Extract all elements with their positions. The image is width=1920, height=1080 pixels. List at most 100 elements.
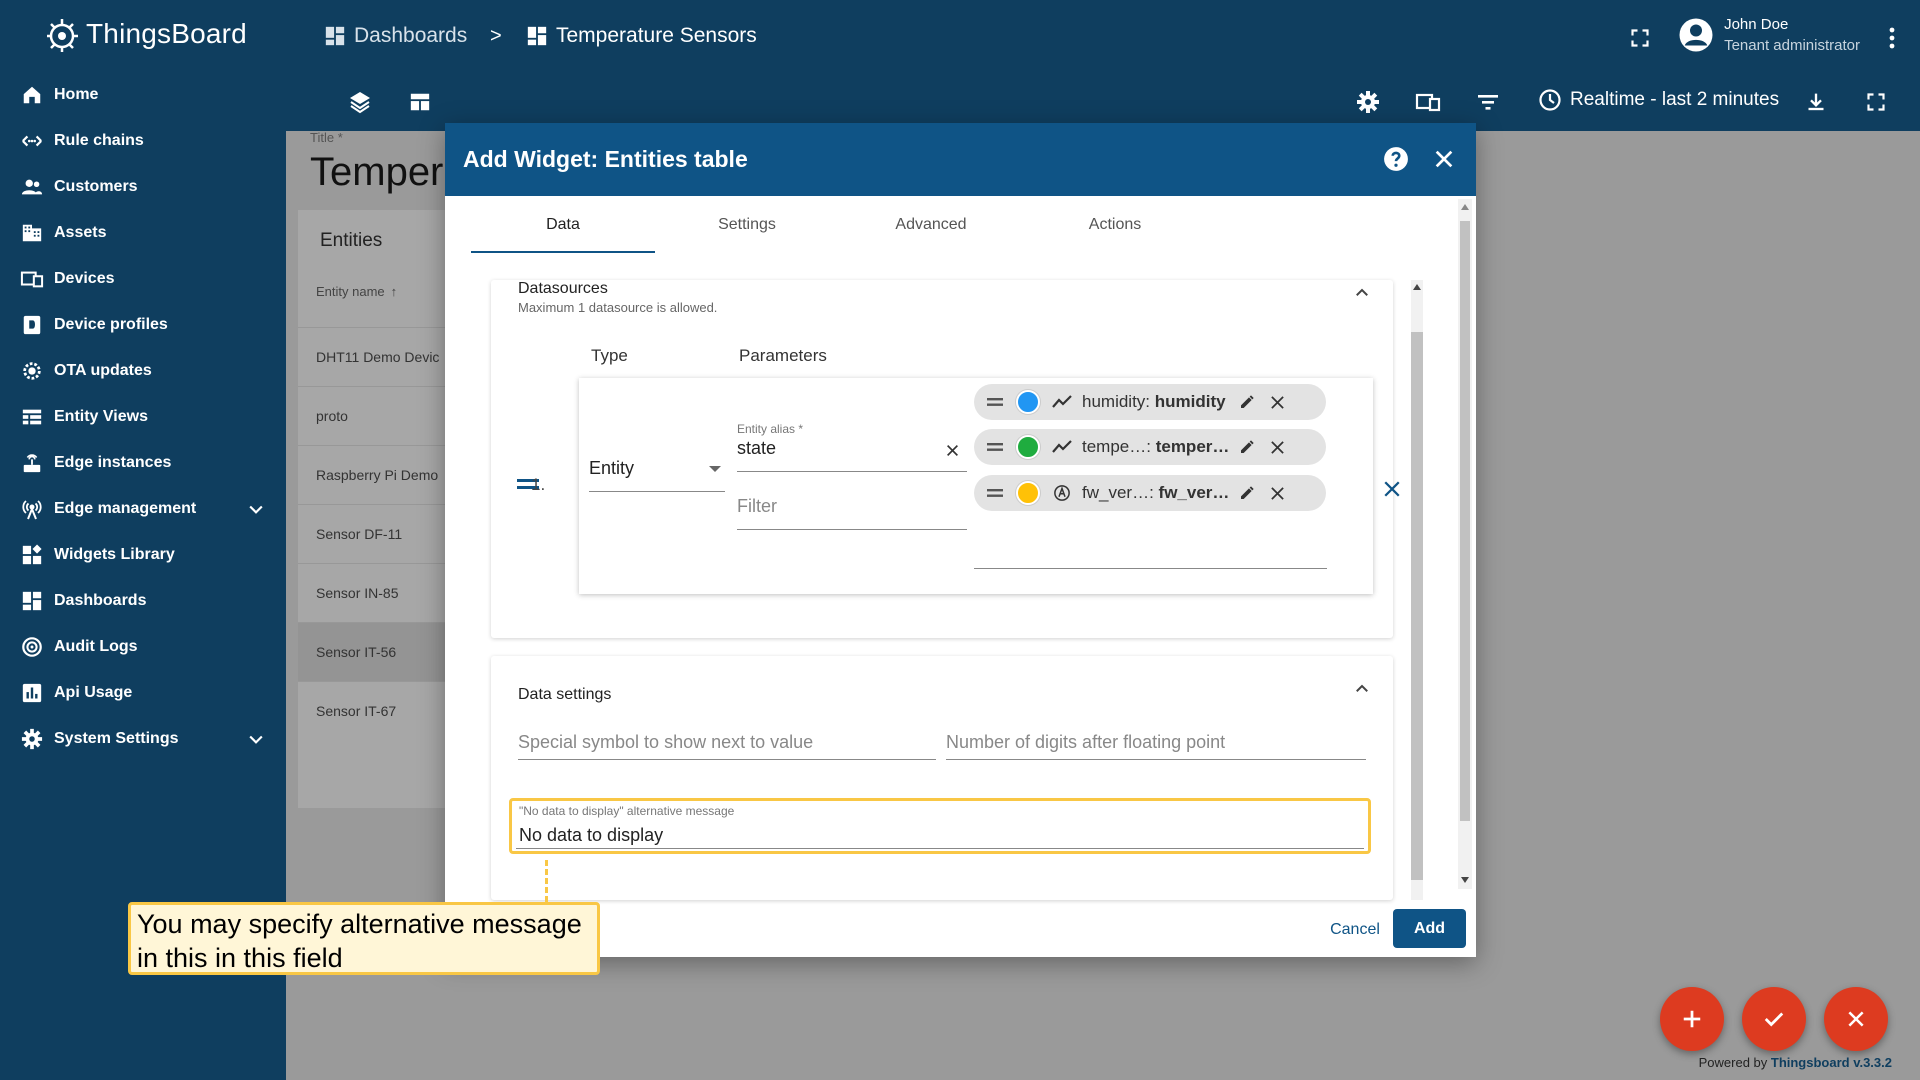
remove-icon[interactable] xyxy=(1262,440,1292,455)
cancel-button[interactable]: Cancel xyxy=(1307,911,1403,949)
user-menu[interactable]: John Doe Tenant administrator xyxy=(1678,16,1860,54)
callout-line-2: in this in this field xyxy=(137,943,343,973)
save-fab[interactable] xyxy=(1742,987,1806,1051)
sidebar-item-assets[interactable]: Assets xyxy=(0,210,286,256)
sidebar-item-audit-logs[interactable]: Audit Logs xyxy=(0,624,286,670)
title-field-label: Title * xyxy=(310,130,343,145)
thingsboard-logo-icon xyxy=(47,19,78,52)
filter-input[interactable]: Filter xyxy=(737,496,967,530)
cancel-fab[interactable] xyxy=(1824,987,1888,1051)
scroll-up-arrow-icon[interactable] xyxy=(1413,284,1421,290)
powered-by: Powered by Thingsboard v.3.3.2 xyxy=(1699,1055,1892,1070)
remove-icon[interactable] xyxy=(1262,395,1292,410)
timewindow-selector[interactable]: Realtime - last 2 minutes xyxy=(1538,88,1779,112)
chevron-down-icon[interactable] xyxy=(246,499,266,519)
sidebar-item-device-profiles[interactable]: Device profiles xyxy=(0,302,286,348)
powered-brand-link[interactable]: Thingsboard v.3.3.2 xyxy=(1771,1055,1892,1070)
devices-icon xyxy=(20,267,44,291)
fullscreen-icon[interactable] xyxy=(1626,24,1654,52)
sidebar-item-edge-instances[interactable]: Edge instances xyxy=(0,440,286,486)
type-select[interactable]: Entity xyxy=(589,458,725,492)
close-icon xyxy=(1848,1011,1864,1027)
entity-alias-input[interactable]: state xyxy=(737,438,967,472)
tab-actions[interactable]: Actions xyxy=(1023,196,1207,253)
drag-handle-icon[interactable] xyxy=(974,397,1016,407)
scroll-down-arrow-icon[interactable] xyxy=(1461,877,1469,883)
callout-line-1: You may specify alternative message xyxy=(137,909,582,939)
sidebar-item-home[interactable]: Home xyxy=(0,72,286,118)
edit-icon[interactable] xyxy=(1232,394,1262,410)
rule-chains-icon xyxy=(20,129,44,153)
assets-icon xyxy=(20,221,44,245)
close-icon[interactable] xyxy=(1433,148,1455,170)
tab-advanced[interactable]: Advanced xyxy=(839,196,1023,253)
entity-aliases-icon[interactable] xyxy=(1414,88,1442,116)
breadcrumb-dashboards[interactable]: Dashboards xyxy=(324,24,467,48)
data-keys-input[interactable] xyxy=(974,568,1327,569)
key-name: tempe…: xyxy=(1082,437,1156,456)
dialog-scrollbar[interactable] xyxy=(1458,199,1472,889)
sidebar-item-dashboards[interactable]: Dashboards xyxy=(0,578,286,624)
units-input[interactable]: Special symbol to show next to value xyxy=(518,724,936,760)
key-color-swatch[interactable] xyxy=(1016,390,1040,414)
remove-icon[interactable] xyxy=(1262,486,1292,501)
sidebar-item-entity-views[interactable]: Entity Views xyxy=(0,394,286,440)
data-key-chip[interactable]: fw_ver…: fw_ver… xyxy=(974,475,1326,511)
sidebar-item-label: OTA updates xyxy=(54,362,152,379)
scrollbar-thumb[interactable] xyxy=(1460,221,1470,821)
dashboards-icon xyxy=(527,26,547,46)
sidebar-item-ota-updates[interactable]: OTA updates xyxy=(0,348,286,394)
input-underline xyxy=(516,848,1364,849)
decimals-placeholder: Number of digits after floating point xyxy=(946,732,1226,752)
no-data-message-input[interactable]: "No data to display" alternative message… xyxy=(509,798,1371,854)
attribute-icon xyxy=(1050,484,1074,502)
chevron-down-icon[interactable] xyxy=(246,729,266,749)
inner-scrollbar[interactable] xyxy=(1411,280,1423,900)
data-key-chip[interactable]: humidity: humidity xyxy=(974,384,1326,420)
layers-icon[interactable] xyxy=(346,88,374,116)
sidebar-item-rule-chains[interactable]: Rule chains xyxy=(0,118,286,164)
edit-icon[interactable] xyxy=(1232,485,1262,501)
user-name: John Doe xyxy=(1724,16,1789,33)
more-vert-icon[interactable] xyxy=(1878,24,1906,52)
filter-icon[interactable] xyxy=(1474,88,1502,116)
key-name: fw_ver…: xyxy=(1082,483,1159,502)
drag-handle-icon[interactable] xyxy=(974,488,1016,498)
add-button[interactable]: Add xyxy=(1393,909,1466,948)
datasources-panel: Datasources Maximum 1 datasource is allo… xyxy=(491,280,1400,638)
help-icon[interactable] xyxy=(1383,146,1409,172)
dialog-title: Add Widget: Entities table xyxy=(463,146,748,172)
data-key-chip[interactable]: tempe…: temper… xyxy=(974,429,1326,465)
sidebar-item-api-usage[interactable]: Api Usage xyxy=(0,670,286,716)
sidebar-item-customers[interactable]: Customers xyxy=(0,164,286,210)
settings-gear-icon[interactable] xyxy=(1354,88,1382,116)
data-settings-title: Data settings xyxy=(518,686,612,703)
breadcrumb-separator: > xyxy=(490,25,502,47)
tab-settings[interactable]: Settings xyxy=(655,196,839,253)
download-icon[interactable] xyxy=(1802,88,1830,116)
key-color-swatch[interactable] xyxy=(1016,435,1040,459)
breadcrumb-label: Temperature Sensors xyxy=(556,24,757,47)
sidebar-item-system-settings[interactable]: System Settings xyxy=(0,716,286,762)
edit-icon[interactable] xyxy=(1232,439,1262,455)
sidebar-item-label: Entity Views xyxy=(54,408,148,425)
layout-icon[interactable] xyxy=(406,88,434,116)
key-color-swatch[interactable] xyxy=(1016,481,1040,505)
decimals-input[interactable]: Number of digits after floating point xyxy=(946,724,1366,760)
chevron-up-icon[interactable] xyxy=(1353,284,1371,302)
sidebar-item-devices[interactable]: Devices xyxy=(0,256,286,302)
remove-datasource-icon[interactable] xyxy=(1383,480,1401,498)
tab-data[interactable]: Data xyxy=(471,196,655,253)
scroll-up-arrow-icon[interactable] xyxy=(1461,204,1469,210)
app-logo[interactable]: ThingsBoard xyxy=(42,14,247,54)
sidebar-item-edge-management[interactable]: Edge management xyxy=(0,486,286,532)
clear-icon[interactable] xyxy=(946,444,959,457)
sidebar-item-widgets-library[interactable]: Widgets Library xyxy=(0,532,286,578)
add-widget-fab[interactable] xyxy=(1660,987,1724,1051)
column-header[interactable]: Entity name ↑ xyxy=(316,284,397,299)
chevron-up-icon[interactable] xyxy=(1353,680,1371,698)
sidebar-item-label: Devices xyxy=(54,270,115,287)
scrollbar-thumb[interactable] xyxy=(1411,332,1423,880)
drag-handle-icon[interactable] xyxy=(974,442,1016,452)
fullscreen-icon[interactable] xyxy=(1862,88,1890,116)
